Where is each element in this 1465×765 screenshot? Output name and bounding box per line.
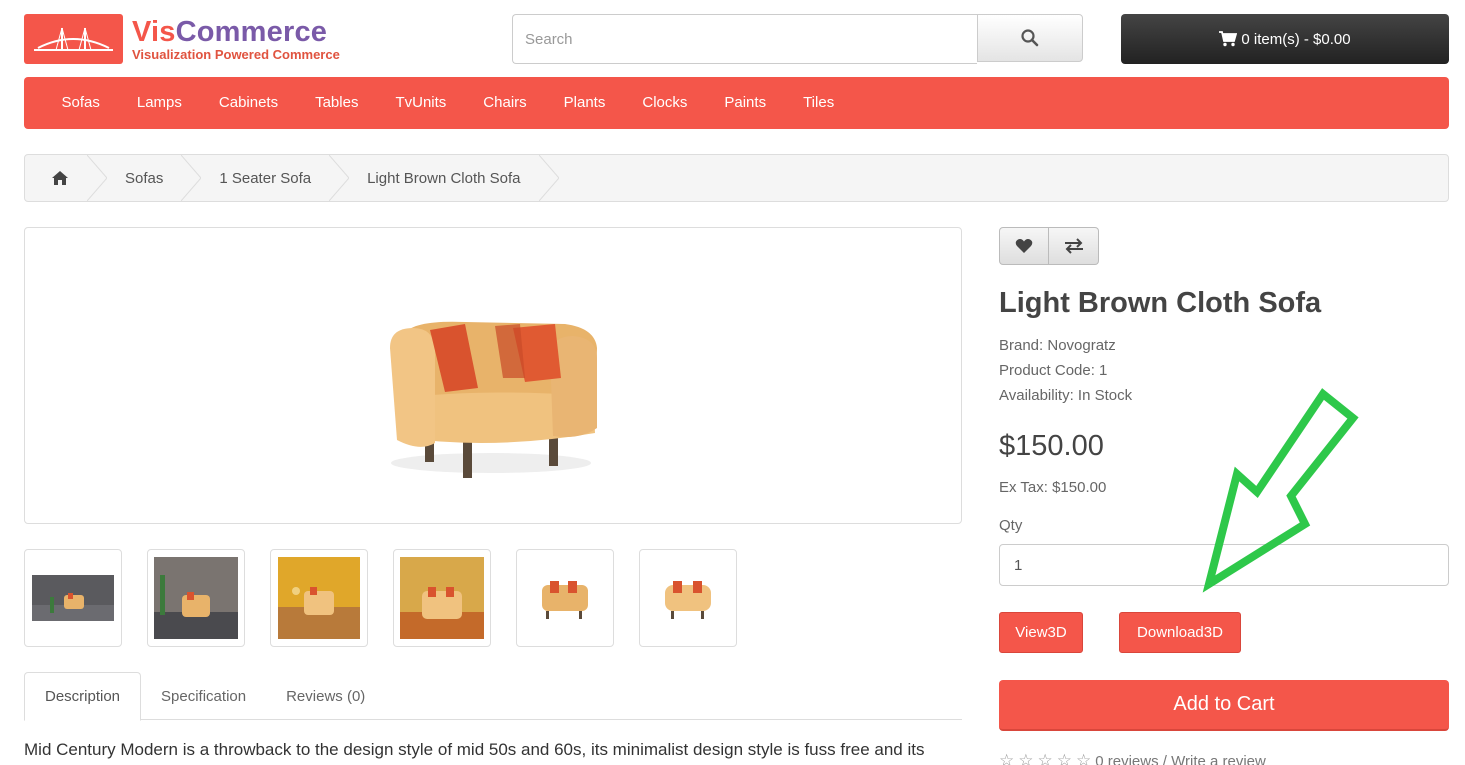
breadcrumb-item-sofas[interactable]: Sofas (107, 155, 181, 201)
product-tabs: Description Specification Reviews (0) (24, 672, 962, 721)
nav-item-plants[interactable]: Plants (545, 77, 624, 129)
nav-item-paints[interactable]: Paints (706, 77, 785, 129)
site-logo[interactable]: VisCommerce Visualization Powered Commer… (24, 14, 354, 64)
wishlist-button[interactable] (999, 227, 1049, 265)
thumbnail-1[interactable] (24, 549, 122, 647)
thumbnail-6[interactable] (639, 549, 737, 647)
thumbnail-image (665, 581, 711, 619)
nav-item-clocks[interactable]: Clocks (624, 77, 706, 129)
breadcrumb-separator (87, 155, 107, 201)
cart-label: 0 item(s) - $0.00 (1241, 30, 1351, 48)
thumbnail-3[interactable] (270, 549, 368, 647)
star-icon: ☆ (1018, 751, 1034, 765)
star-icon: ☆ (999, 751, 1015, 765)
category-nav: Sofas Lamps Cabinets Tables TvUnits Chai… (24, 77, 1449, 129)
nav-item-sofas[interactable]: Sofas (43, 77, 118, 129)
breadcrumb-item-current[interactable]: Light Brown Cloth Sofa (349, 155, 538, 201)
nav-item-chairs[interactable]: Chairs (465, 77, 545, 129)
qty-input[interactable] (999, 544, 1449, 586)
thumbnail-strip (24, 549, 737, 647)
cart-button[interactable]: 0 item(s) - $0.00 (1121, 14, 1449, 64)
breadcrumb-item-1-seater-sofa[interactable]: 1 Seater Sofa (201, 155, 329, 201)
reviews-link[interactable]: 0 reviews / Write a review (1095, 753, 1266, 765)
thumbnail-4[interactable] (393, 549, 491, 647)
thumbnail-image (154, 557, 238, 639)
download3d-button[interactable]: Download3D (1119, 612, 1241, 653)
thumbnail-image (542, 581, 588, 619)
product-description: Mid Century Modern is a throwback to the… (24, 740, 925, 759)
breadcrumb: Sofas 1 Seater Sofa Light Brown Cloth So… (24, 154, 1449, 202)
product-brand: Brand: Novogratz (999, 337, 1116, 354)
breadcrumb-separator (329, 155, 350, 201)
product-price: $150.00 (999, 430, 1104, 462)
bridge-logo-icon (34, 27, 113, 51)
compare-button[interactable] (1049, 227, 1099, 265)
logo-title: VisCommerce (132, 16, 327, 49)
main-product-image[interactable] (24, 227, 962, 524)
thumbnail-5[interactable] (516, 549, 614, 647)
star-icon: ☆ (1056, 751, 1072, 765)
nav-item-cabinets[interactable]: Cabinets (200, 77, 296, 129)
search-button[interactable] (977, 14, 1083, 62)
product-code: Product Code: 1 (999, 362, 1108, 379)
nav-item-tables[interactable]: Tables (297, 77, 377, 129)
cart-icon (1219, 31, 1238, 47)
thumbnail-image (32, 575, 114, 621)
thumbnail-image (400, 557, 484, 639)
search-icon (1021, 29, 1039, 47)
product-ex-tax: Ex Tax: $150.00 (999, 479, 1107, 496)
breadcrumb-home[interactable] (25, 155, 87, 201)
home-icon (52, 171, 68, 185)
heart-icon (1015, 239, 1033, 253)
wishlist-compare-group (999, 227, 1099, 265)
star-icon: ☆ (1076, 751, 1092, 765)
logo-subtitle: Visualization Powered Commerce (132, 47, 340, 62)
compare-icon (1064, 238, 1083, 254)
breadcrumb-separator (181, 155, 202, 201)
tab-specification[interactable]: Specification (141, 672, 266, 720)
sofa-image (390, 321, 597, 478)
product-availability: Availability: In Stock (999, 387, 1133, 404)
qty-label: Qty (999, 517, 1023, 534)
search-bar (512, 14, 1083, 64)
rating-row: ☆ ☆ ☆ ☆ ☆ 0 reviews / Write a review (999, 751, 1266, 765)
view3d-button[interactable]: View3D (999, 612, 1083, 653)
thumbnail-2[interactable] (147, 549, 245, 647)
nav-item-tiles[interactable]: Tiles (785, 77, 853, 129)
nav-item-tvunits[interactable]: TvUnits (377, 77, 465, 129)
tab-description[interactable]: Description (24, 672, 142, 721)
logo-emblem (24, 14, 123, 64)
breadcrumb-separator (538, 155, 559, 201)
logo-title-part2: Commerce (175, 16, 328, 48)
star-icon: ☆ (1037, 751, 1053, 765)
search-input[interactable] (512, 14, 977, 64)
logo-title-part1: Vis (132, 16, 176, 48)
nav-item-lamps[interactable]: Lamps (118, 77, 200, 129)
tab-reviews[interactable]: Reviews (0) (266, 672, 385, 720)
thumbnail-image (278, 557, 360, 639)
product-title: Light Brown Cloth Sofa (999, 287, 1322, 319)
add-to-cart-button[interactable]: Add to Cart (999, 680, 1449, 731)
